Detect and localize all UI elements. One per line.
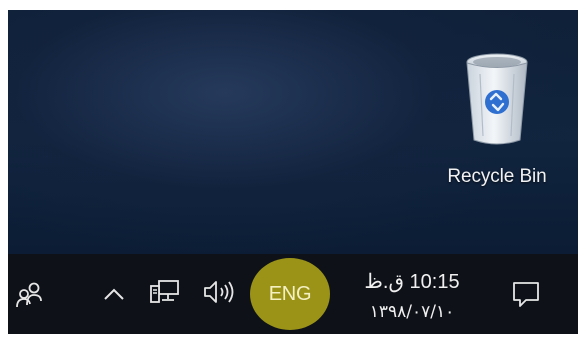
action-center-button[interactable] xyxy=(506,272,546,316)
people-icon xyxy=(16,282,42,308)
input-language-button[interactable]: ENG xyxy=(250,258,330,330)
people-button[interactable] xyxy=(8,272,52,316)
network-button[interactable] xyxy=(144,270,186,314)
show-hidden-icons-button[interactable] xyxy=(96,274,132,314)
screen: Recycle Bin ENG 10:15 ق.ظ ۱۳۹۸/۰۷/۱۰ xyxy=(8,10,578,334)
recycle-bin-icon xyxy=(460,50,534,148)
volume-button[interactable] xyxy=(198,270,242,314)
recycle-bin-label: Recycle Bin xyxy=(447,166,547,187)
taskbar: ENG 10:15 ق.ظ ۱۳۹۸/۰۷/۱۰ xyxy=(8,254,578,334)
desktop: Recycle Bin xyxy=(8,10,578,254)
clock-button[interactable]: 10:15 ق.ظ ۱۳۹۸/۰۷/۱۰ xyxy=(338,254,486,334)
chevron-up-icon xyxy=(104,288,124,300)
desktop-icon-recycle-bin[interactable]: Recycle Bin xyxy=(424,44,570,200)
speaker-volume-icon xyxy=(204,281,234,303)
network-icon xyxy=(150,280,179,303)
notification-icon xyxy=(513,282,539,307)
clock-time: 10:15 ق.ظ xyxy=(364,271,460,293)
clock-date: ۱۳۹۸/۰۷/۱۰ xyxy=(369,302,455,322)
